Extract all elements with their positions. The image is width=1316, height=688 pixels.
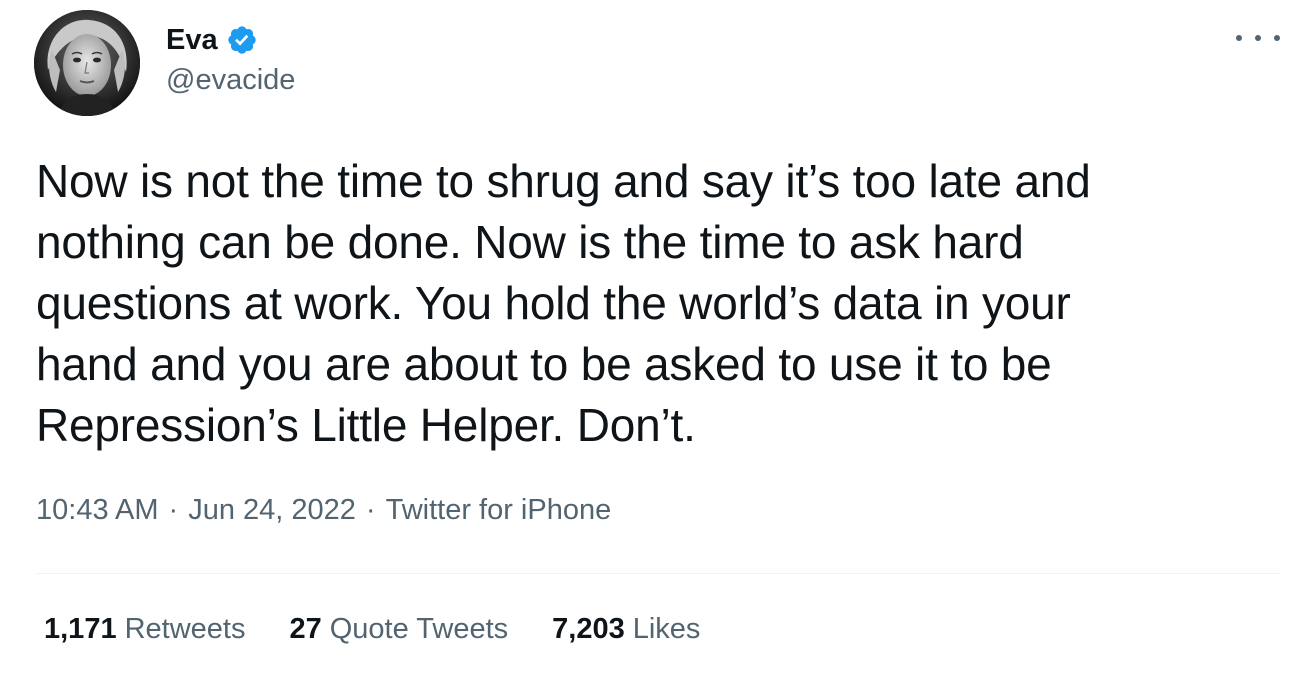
quote-tweets-label: Quote Tweets: [329, 613, 509, 645]
likes-count: 7,203: [552, 613, 625, 645]
more-dot: [1236, 35, 1242, 41]
verified-badge-icon: [226, 24, 258, 56]
retweets-stat[interactable]: 1,171 Retweets: [44, 613, 245, 646]
author-name-row: Eva: [166, 20, 258, 60]
divider: [36, 573, 1280, 574]
likes-stat[interactable]: 7,203 Likes: [552, 613, 700, 646]
quote-tweets-stat[interactable]: 27 Quote Tweets: [289, 613, 508, 646]
tweet-date[interactable]: Jun 24, 2022: [188, 494, 356, 527]
tweet-time[interactable]: 10:43 AM: [36, 494, 159, 527]
tweet-text: Now is not the time to shrug and say it’…: [36, 155, 1091, 451]
meta-separator: ·: [168, 494, 179, 526]
avatar-photo: [34, 10, 140, 116]
likes-label: Likes: [632, 613, 701, 645]
quote-tweets-count: 27: [289, 613, 322, 645]
tweet-source[interactable]: Twitter for iPhone: [386, 494, 612, 527]
avatar[interactable]: [34, 10, 140, 116]
tweet-meta: 10:43 AM · Jun 24, 2022 · Twitter for iP…: [36, 494, 611, 527]
engagement-stats: 1,171 Retweets 27 Quote Tweets 7,203 Lik…: [44, 613, 744, 646]
retweets-label: Retweets: [124, 613, 246, 645]
meta-separator: ·: [365, 494, 376, 526]
more-options-icon[interactable]: [1236, 26, 1280, 50]
author-handle[interactable]: @evacide: [166, 64, 295, 97]
more-dot: [1274, 35, 1280, 41]
display-name[interactable]: Eva: [166, 24, 218, 57]
more-dot: [1255, 35, 1261, 41]
retweets-count: 1,171: [44, 613, 117, 645]
